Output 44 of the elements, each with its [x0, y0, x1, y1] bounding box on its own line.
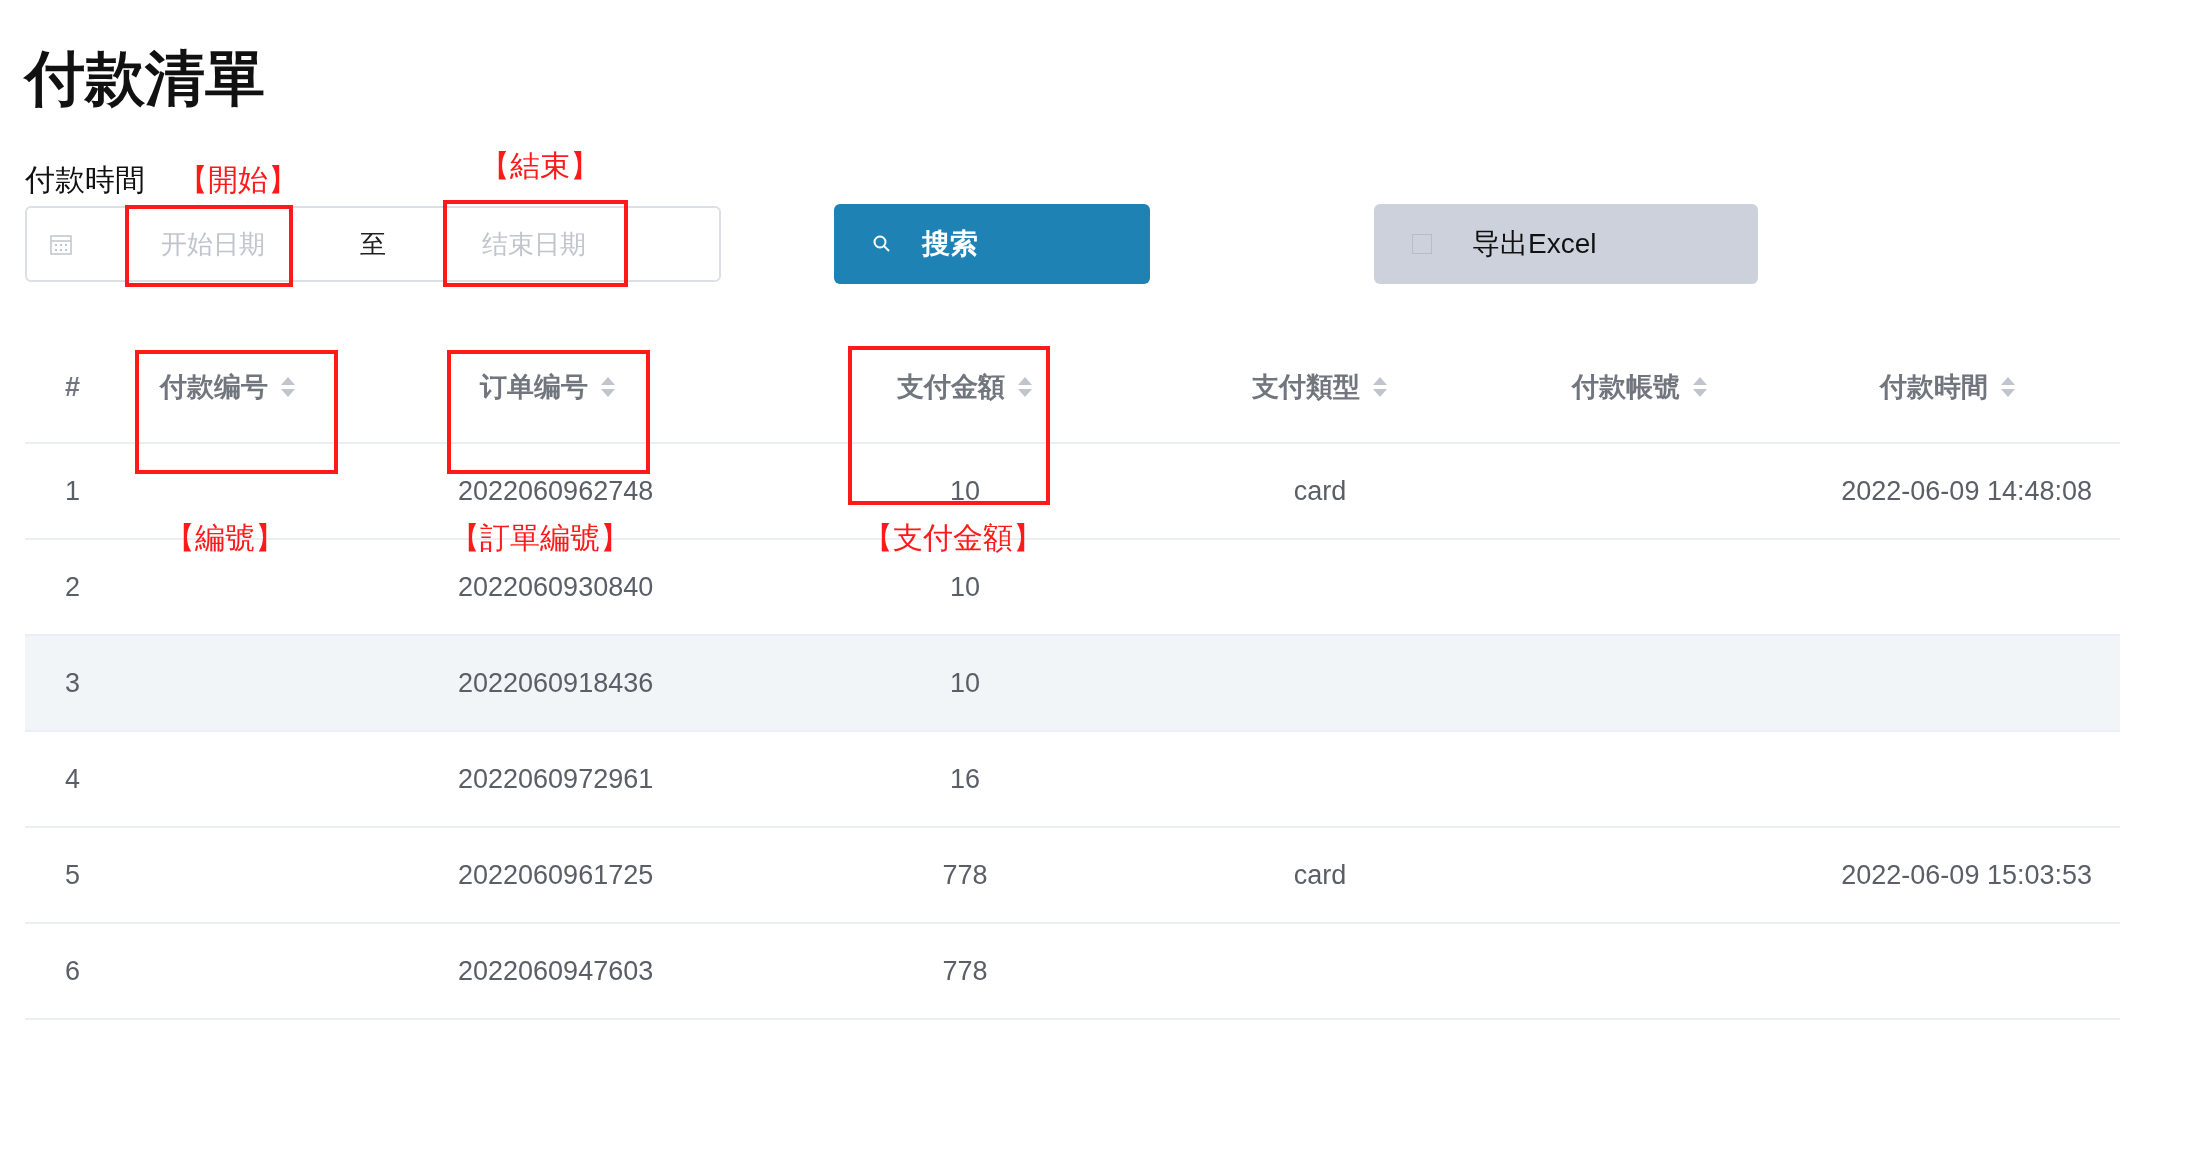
table-cell: 16	[949, 763, 980, 795]
column-header[interactable]: 付款帳號	[1545, 369, 1735, 405]
range-separator: 至	[360, 227, 386, 261]
column-header[interactable]: 支付金額	[835, 369, 1095, 405]
table-cell: 2022060930840	[458, 571, 654, 603]
table-cell: 10	[949, 667, 980, 699]
table-cell: 2022060972961	[458, 763, 654, 795]
table-cell: 2022060961725	[458, 859, 654, 891]
table-cell: 5	[65, 859, 81, 891]
annotation-label: 【支付金額】	[863, 520, 1043, 556]
column-header[interactable]: 订单编号	[435, 369, 835, 405]
table-cell: 4	[65, 763, 81, 795]
column-header[interactable]: 付款编号	[145, 369, 435, 405]
start-date-input[interactable]: 开始日期	[131, 227, 295, 261]
page-title: 付款清單	[25, 44, 266, 114]
table-cell: 778	[942, 955, 988, 987]
annotation-label: 【訂單編號】	[450, 520, 630, 556]
table-cell: 2022060947603	[458, 955, 654, 987]
search-icon	[872, 234, 892, 254]
table-cell: card	[1293, 475, 1347, 507]
end-date-input[interactable]: 结束日期	[452, 227, 616, 261]
table-cell: 3	[65, 667, 81, 699]
annotation-label: 【結束】	[480, 148, 600, 184]
table-cell: 1	[65, 475, 81, 507]
table-cell: 10	[949, 571, 980, 603]
table-cell: 2022060962748	[458, 475, 654, 507]
table-cell: card	[1293, 859, 1347, 891]
table-cell: 2022-06-09 14:48:08	[1841, 475, 2092, 507]
filter-label: 付款時間	[25, 162, 145, 198]
column-header: #	[64, 371, 82, 403]
search-button[interactable]: 搜索	[834, 204, 1150, 284]
table-cell: 2022060918436	[458, 667, 654, 699]
column-header[interactable]: 付款時間	[1735, 369, 2120, 405]
table-cell: 2	[65, 571, 81, 603]
export-button[interactable]: 导出Excel	[1374, 204, 1758, 284]
calendar-icon	[49, 232, 73, 256]
date-range-field[interactable]: 开始日期 至 结束日期	[25, 206, 721, 282]
table-cell: 2022-06-09 15:03:53	[1841, 859, 2092, 891]
annotation-label: 【編號】	[165, 520, 285, 556]
table-cell: 10	[949, 475, 980, 507]
annotation-label: 【開始】	[178, 162, 298, 198]
table-cell: 6	[65, 955, 81, 987]
column-header[interactable]: 支付類型	[1095, 369, 1545, 405]
table-cell: 778	[942, 859, 988, 891]
